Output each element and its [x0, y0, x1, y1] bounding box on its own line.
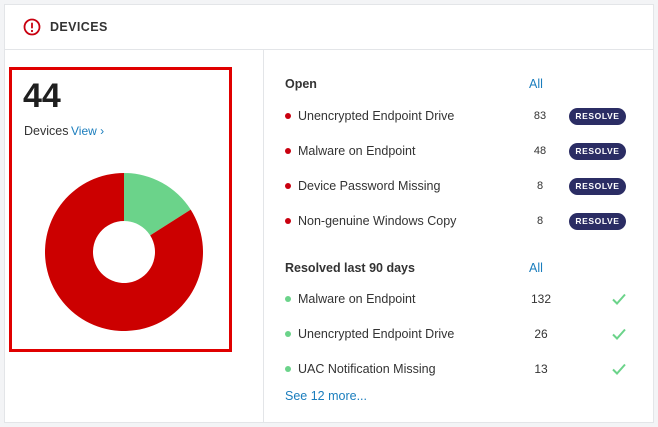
- open-row: Device Password Missing 8 RESOLVE: [285, 176, 655, 196]
- open-status-dot: [285, 113, 291, 119]
- open-row-label: Unencrypted Endpoint Drive: [298, 109, 455, 123]
- resolved-row: UAC Notification Missing 13: [285, 359, 655, 379]
- resolved-row-label: Unencrypted Endpoint Drive: [298, 327, 455, 341]
- resolved-all-link[interactable]: All: [529, 261, 543, 275]
- open-row: Non-genuine Windows Copy 8 RESOLVE: [285, 211, 655, 231]
- check-icon: [612, 363, 626, 375]
- open-row: Unencrypted Endpoint Drive 83 RESOLVE: [285, 106, 655, 126]
- resolved-row-count: 13: [534, 362, 548, 376]
- open-row: Malware on Endpoint 48 RESOLVE: [285, 141, 655, 161]
- devices-donut-chart: [45, 173, 204, 331]
- open-row-count: 8: [536, 180, 544, 192]
- open-status-dot: [285, 148, 291, 154]
- summary-panel: 44 Devices View ›: [5, 49, 264, 422]
- open-row-count: 83: [533, 110, 547, 122]
- card-title: DEVICES: [50, 20, 108, 34]
- open-row-label: Device Password Missing: [298, 179, 441, 193]
- resolved-status-dot: [285, 296, 291, 302]
- open-all-link[interactable]: All: [529, 77, 543, 91]
- open-row-label: Malware on Endpoint: [298, 144, 416, 158]
- check-icon: [612, 328, 626, 340]
- resolved-row-count: 132: [530, 292, 552, 306]
- open-status-dot: [285, 218, 291, 224]
- resolve-button[interactable]: RESOLVE: [569, 212, 626, 230]
- open-row-count: 48: [533, 145, 547, 157]
- see-more-link[interactable]: See 12 more...: [285, 389, 367, 403]
- resolved-section-title: Resolved last 90 days: [285, 261, 415, 275]
- open-status-dot: [285, 183, 291, 189]
- issues-panel: Open All Unencrypted Endpoint Drive 83 R…: [264, 49, 653, 422]
- resolved-status-dot: [285, 366, 291, 372]
- card-header: DEVICES: [5, 5, 653, 50]
- check-icon: [612, 293, 626, 305]
- resolved-row: Unencrypted Endpoint Drive 26: [285, 324, 655, 344]
- open-section-title: Open: [285, 77, 317, 91]
- resolved-row-count: 26: [534, 327, 548, 341]
- device-count: 44: [23, 77, 61, 115]
- resolve-button[interactable]: RESOLVE: [569, 142, 626, 160]
- devices-card: DEVICES 44 Devices View › Open All Unenc…: [4, 4, 654, 423]
- resolved-status-dot: [285, 331, 291, 337]
- devices-label: Devices: [24, 124, 69, 138]
- open-row-count: 8: [536, 215, 544, 227]
- resolve-button[interactable]: RESOLVE: [569, 177, 626, 195]
- resolved-row-label: Malware on Endpoint: [298, 292, 416, 306]
- open-row-label: Non-genuine Windows Copy: [298, 214, 457, 228]
- resolved-row-label: UAC Notification Missing: [298, 362, 436, 376]
- resolved-row: Malware on Endpoint 132: [285, 289, 655, 309]
- resolve-button[interactable]: RESOLVE: [569, 107, 626, 125]
- view-devices-link[interactable]: View ›: [71, 124, 104, 138]
- alert-circle-icon: [23, 18, 41, 36]
